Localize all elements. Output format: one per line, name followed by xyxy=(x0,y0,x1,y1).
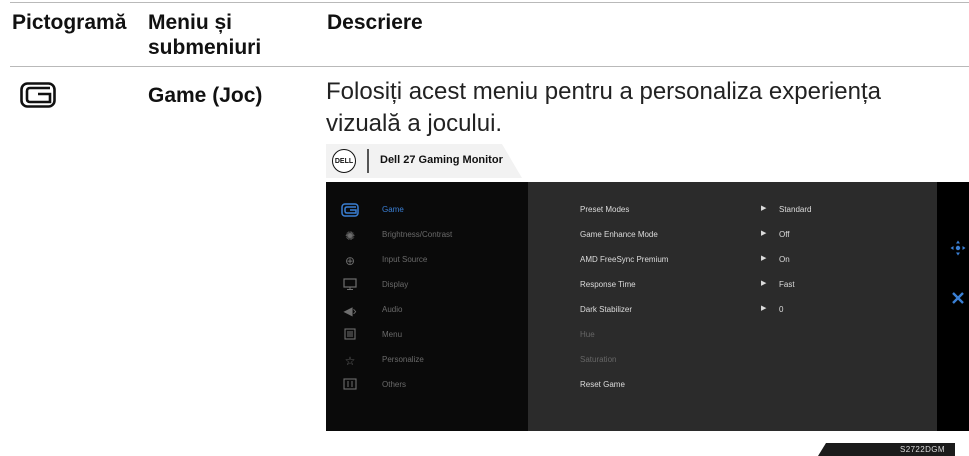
audio-icon: ◀› xyxy=(343,304,357,318)
submenu-label: Response Time xyxy=(580,280,636,289)
submenu-label: Reset Game xyxy=(580,380,625,389)
table-top-rule xyxy=(10,2,969,3)
menu-icon xyxy=(341,328,359,344)
arrow-right-icon: ▶ xyxy=(761,205,767,212)
osd-brand-bar: DELL Dell 27 Gaming Monitor xyxy=(326,144,522,178)
osd-menu-item-game[interactable]: Game xyxy=(326,201,528,221)
close-icon[interactable] xyxy=(951,291,967,307)
osd-panel: Game ✺ Brightness/Contrast ⊕ Input Sourc… xyxy=(326,182,969,431)
others-icon xyxy=(341,378,359,394)
submenu-value: On xyxy=(779,255,790,264)
osd-menu-label: Brightness/Contrast xyxy=(382,230,453,239)
menu-name-game: Game (Joc) xyxy=(148,84,263,107)
submenu-value: Standard xyxy=(779,205,812,214)
arrow-right-icon: ▶ xyxy=(761,255,767,262)
osd-menu-item-brightness[interactable]: ✺ Brightness/Contrast xyxy=(326,226,528,246)
arrow-right-icon: ▶ xyxy=(761,230,767,237)
header-pictograma: Pictogramă xyxy=(12,11,127,34)
osd-menu-item-audio[interactable]: ◀› Audio xyxy=(326,301,528,321)
game-icon xyxy=(341,203,359,219)
osd-menu-label: Display xyxy=(382,280,409,289)
arrow-right-icon: ▶ xyxy=(761,305,767,312)
osd-menu-label: Game xyxy=(382,205,404,214)
submenu-amd-freesync[interactable]: AMD FreeSync Premium ▶ On xyxy=(528,251,937,271)
header-meniu: Meniu și submeniuri xyxy=(148,11,262,59)
submenu-reset-game[interactable]: Reset Game xyxy=(528,376,937,396)
game-pictogram-icon xyxy=(20,82,56,108)
table-header-rule xyxy=(10,66,969,67)
osd-main-menu: Game ✺ Brightness/Contrast ⊕ Input Sourc… xyxy=(326,182,528,431)
joystick-icon[interactable] xyxy=(950,240,966,256)
header-descriere: Descriere xyxy=(327,11,423,34)
display-icon xyxy=(341,278,359,294)
submenu-preset-modes[interactable]: Preset Modes ▶ Standard xyxy=(528,201,937,221)
arrow-right-icon: ▶ xyxy=(761,280,767,287)
submenu-label: Hue xyxy=(580,330,595,339)
osd-menu-label: Audio xyxy=(382,305,403,314)
osd-menu-item-display[interactable]: Display xyxy=(326,276,528,296)
osd-menu-item-menu[interactable]: Menu xyxy=(326,326,528,346)
submenu-saturation: Saturation xyxy=(528,351,937,371)
model-number-tag: S2722DGM xyxy=(818,443,955,456)
dell-logo: DELL xyxy=(332,149,356,173)
osd-submenu: Preset Modes ▶ Standard Game Enhance Mod… xyxy=(528,182,937,431)
submenu-label: Game Enhance Mode xyxy=(580,230,658,239)
brand-separator xyxy=(367,149,369,173)
osd-menu-item-input-source[interactable]: ⊕ Input Source xyxy=(326,251,528,271)
submenu-value: Off xyxy=(779,230,790,239)
submenu-game-enhance-mode[interactable]: Game Enhance Mode ▶ Off xyxy=(528,226,937,246)
submenu-label: AMD FreeSync Premium xyxy=(580,255,669,264)
input-source-icon: ⊕ xyxy=(344,254,356,268)
submenu-hue: Hue xyxy=(528,326,937,346)
osd-title: Dell 27 Gaming Monitor xyxy=(380,154,503,166)
submenu-label: Dark Stabilizer xyxy=(580,305,633,314)
submenu-value: 0 xyxy=(779,305,784,314)
osd-menu-item-personalize[interactable]: ☆ Personalize xyxy=(326,351,528,371)
row-description: Folosiți acest meniu pentru a personaliz… xyxy=(326,78,881,137)
submenu-dark-stabilizer[interactable]: Dark Stabilizer ▶ 0 xyxy=(528,301,937,321)
osd-menu-label: Others xyxy=(382,380,407,389)
osd-menu-item-others[interactable]: Others xyxy=(326,376,528,396)
submenu-response-time[interactable]: Response Time ▶ Fast xyxy=(528,276,937,296)
submenu-label: Preset Modes xyxy=(580,205,630,214)
brightness-icon: ✺ xyxy=(344,229,356,243)
submenu-value: Fast xyxy=(779,280,795,289)
submenu-label: Saturation xyxy=(580,355,617,364)
osd-menu-label: Input Source xyxy=(382,255,428,264)
osd-menu-label: Personalize xyxy=(382,355,424,364)
star-icon: ☆ xyxy=(344,354,356,368)
osd-menu-label: Menu xyxy=(382,330,403,339)
